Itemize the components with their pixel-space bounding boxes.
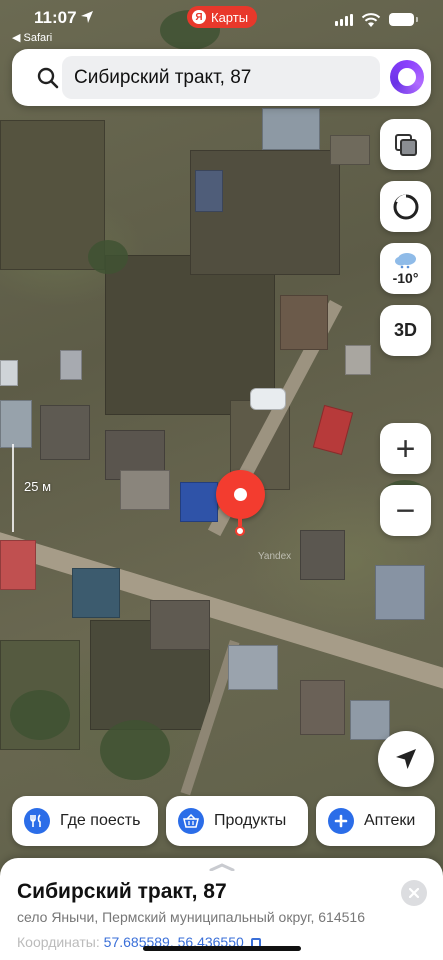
map-building xyxy=(375,565,425,620)
place-card[interactable]: Сибирский тракт, 87 село Янычи, Пермский… xyxy=(0,858,443,960)
map-building xyxy=(350,700,390,740)
basket-icon xyxy=(178,808,204,834)
close-icon xyxy=(409,888,419,898)
map-tree xyxy=(10,690,70,740)
map-building xyxy=(60,350,82,380)
map-building xyxy=(150,600,210,650)
status-bar: 11:07 ◀ Safari Я Карты xyxy=(0,0,443,46)
plus-icon xyxy=(328,808,354,834)
fork-knife-icon xyxy=(24,808,50,834)
alice-icon[interactable] xyxy=(390,60,424,94)
map-building xyxy=(40,405,90,460)
3d-button[interactable]: 3D xyxy=(380,305,431,356)
cellular-signal-icon xyxy=(335,14,353,26)
scale-label: 25 м xyxy=(24,479,52,494)
zoom-in-button[interactable]: + xyxy=(380,423,431,474)
yandex-logo-icon: Я xyxy=(192,10,206,24)
map-building xyxy=(0,540,36,590)
map-building xyxy=(330,135,370,165)
place-address: село Янычи, Пермский муниципальный округ… xyxy=(17,909,365,925)
layers-button[interactable] xyxy=(380,119,431,170)
location-pin[interactable] xyxy=(216,470,265,519)
battery-icon xyxy=(389,13,418,26)
status-time: 11:07 xyxy=(34,8,77,27)
map-building xyxy=(345,345,371,375)
weather-button[interactable]: -10° xyxy=(380,243,431,294)
location-pin-point xyxy=(235,526,245,536)
chip-groceries[interactable]: Продукты xyxy=(166,796,308,846)
location-pin-tail xyxy=(238,516,242,526)
locate-me-button[interactable] xyxy=(378,731,434,787)
search-input[interactable]: Сибирский тракт, 87 xyxy=(62,56,380,99)
zoom-out-label: − xyxy=(395,491,416,530)
ring-icon xyxy=(393,194,418,219)
back-to-safari-link[interactable]: ◀ Safari xyxy=(12,31,52,44)
app-badge-label: Карты xyxy=(211,9,249,25)
chip-label: Где поесть xyxy=(60,812,141,829)
home-indicator[interactable] xyxy=(143,946,301,951)
navigation-arrow-icon xyxy=(396,749,416,769)
map-building xyxy=(0,360,18,386)
chip-pharmacies[interactable]: Аптеки xyxy=(316,796,435,846)
layers-icon xyxy=(394,133,417,156)
map-building xyxy=(180,482,218,522)
map-building xyxy=(280,295,328,350)
map-tree xyxy=(88,240,128,274)
zoom-in-label: + xyxy=(395,429,416,468)
map-watermark: Yandex xyxy=(258,551,292,562)
map-building xyxy=(0,400,32,448)
snow-cloud-icon xyxy=(394,253,416,269)
wifi-icon xyxy=(361,13,381,27)
close-button[interactable] xyxy=(401,880,427,906)
map-building xyxy=(72,568,120,618)
map-plot xyxy=(190,150,340,275)
chip-label: Аптеки xyxy=(364,812,416,829)
map-building xyxy=(250,388,286,410)
place-title: Сибирский тракт, 87 xyxy=(17,880,227,903)
map-building xyxy=(300,530,345,580)
coordinates-label: Координаты: xyxy=(17,934,100,950)
map-building xyxy=(228,645,278,690)
map-building xyxy=(120,470,170,510)
map-building xyxy=(300,680,345,735)
map-building xyxy=(312,404,354,456)
search-bar[interactable]: Сибирский тракт, 87 xyxy=(12,49,431,106)
weather-temperature: -10° xyxy=(392,270,419,286)
map-tree xyxy=(100,720,170,780)
app-badge: Я Карты xyxy=(187,6,258,28)
search-icon[interactable] xyxy=(36,66,60,90)
map-building xyxy=(195,170,223,212)
map-building xyxy=(262,108,320,150)
orientation-button[interactable] xyxy=(380,181,431,232)
chip-label: Продукты xyxy=(214,812,287,829)
sheet-grabber-icon[interactable] xyxy=(209,863,235,871)
scale-line xyxy=(12,444,14,532)
location-arrow-icon xyxy=(81,11,93,23)
map-plot xyxy=(0,120,105,270)
zoom-out-button[interactable]: − xyxy=(380,485,431,536)
chip-where-to-eat[interactable]: Где поесть xyxy=(12,796,158,846)
